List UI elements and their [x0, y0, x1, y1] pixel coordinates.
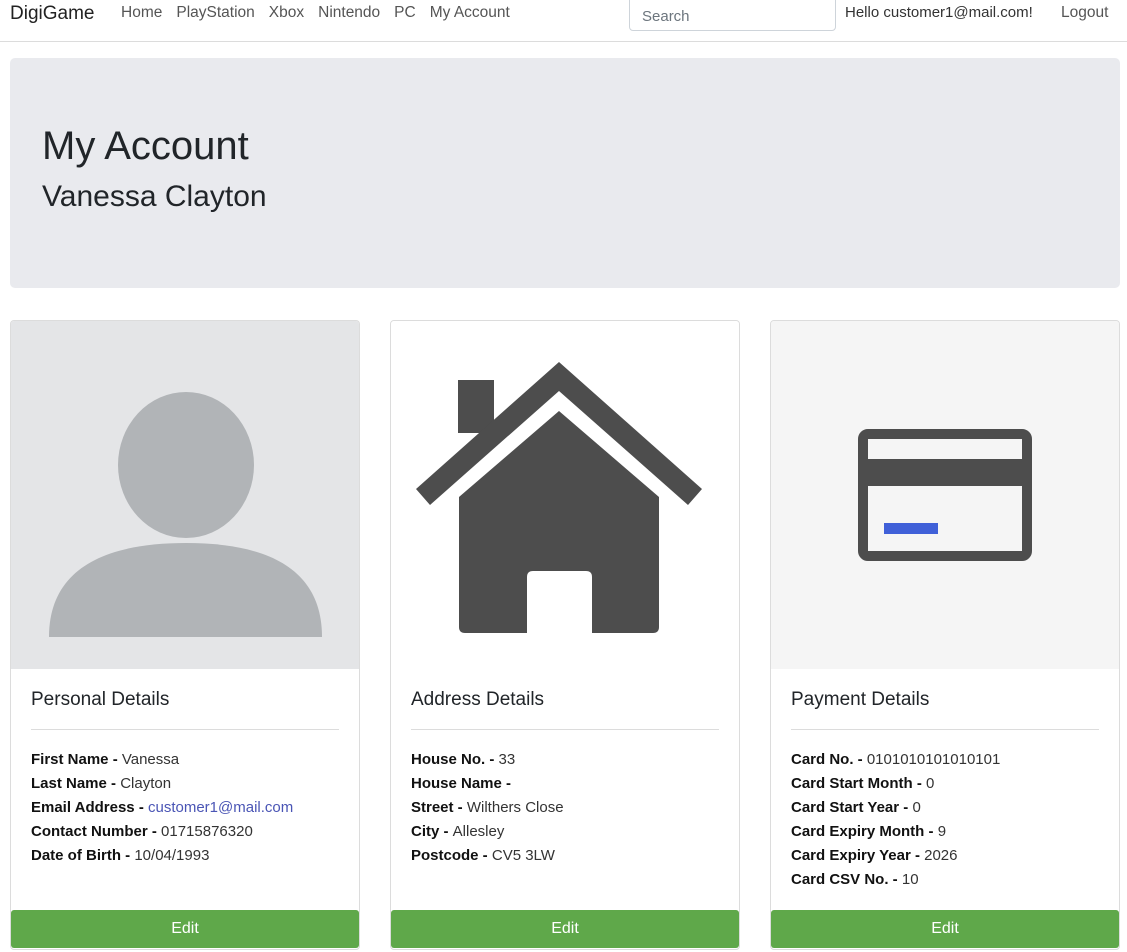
first-name-field: First Name - Vanessa	[31, 748, 339, 772]
card-expiry-month-field: Card Expiry Month - 9	[791, 820, 1099, 844]
field-label: Last Name -	[31, 775, 121, 792]
edit-address-button[interactable]: Edit	[391, 910, 739, 948]
nav-link-home[interactable]: Home	[121, 4, 162, 22]
field-label: City -	[411, 823, 453, 840]
contact-number-field: Contact Number - 01715876320	[31, 820, 339, 844]
field-value: Clayton	[120, 775, 172, 792]
field-value: 2026	[924, 847, 958, 864]
house-icon	[391, 321, 739, 669]
field-value: Vanessa	[121, 751, 180, 768]
navbar: DigiGame Home PlayStation Xbox Nintendo …	[0, 0, 1127, 42]
card-start-year-field: Card Start Year - 0	[791, 796, 1099, 820]
field-label: House Name -	[411, 775, 512, 792]
account-header: My Account Vanessa Clayton	[10, 58, 1120, 288]
date-of-birth-field: Date of Birth - 10/04/1993	[31, 844, 339, 868]
email-field: Email Address - customer1@mail.com	[31, 796, 339, 820]
street-field: Street - Wilthers Close	[411, 796, 719, 820]
field-label: First Name -	[31, 751, 122, 768]
edit-personal-button[interactable]: Edit	[11, 910, 359, 948]
field-value: 33	[498, 751, 516, 768]
payment-details-card: Payment Details Card No. - 0101010101010…	[770, 320, 1120, 950]
card-title: Personal Details	[31, 689, 170, 710]
divider	[791, 729, 1099, 730]
field-label: House No. -	[411, 751, 499, 768]
nav-links: Home PlayStation Xbox Nintendo PC My Acc…	[114, 4, 517, 22]
field-label: Card Start Year -	[791, 799, 913, 816]
brand-logo[interactable]: DigiGame	[10, 3, 94, 25]
card-number-field: Card No. - 0101010101010101	[791, 748, 1099, 772]
field-value: Allesley	[452, 823, 505, 840]
address-details-card: Address Details House No. - 33 House Nam…	[390, 320, 740, 950]
field-label: Card Expiry Year -	[791, 847, 925, 864]
nav-link-my-account[interactable]: My Account	[430, 4, 510, 22]
field-label: Contact Number -	[31, 823, 162, 840]
nav-link-playstation[interactable]: PlayStation	[176, 4, 254, 22]
user-avatar-icon	[11, 321, 359, 669]
nav-link-xbox[interactable]: Xbox	[269, 4, 304, 22]
logout-link[interactable]: Logout	[1061, 4, 1108, 22]
field-value: 0	[926, 775, 935, 792]
postcode-field: Postcode - CV5 3LW	[411, 844, 719, 868]
field-value: 0	[912, 799, 921, 816]
field-value: 9	[937, 823, 947, 840]
last-name-field: Last Name - Clayton	[31, 772, 339, 796]
field-label: Postcode -	[411, 847, 492, 864]
nav-link-nintendo[interactable]: Nintendo	[318, 4, 380, 22]
card-csv-field: Card CSV No. - 10	[791, 868, 1099, 892]
personal-details-card: Personal Details First Name - Vanessa La…	[10, 320, 360, 950]
field-value: 0101010101010101	[866, 751, 1001, 768]
house-name-field: House Name -	[411, 772, 719, 796]
customer-name: Vanessa Clayton	[42, 180, 267, 213]
divider	[411, 729, 719, 730]
address-details-body: Address Details House No. - 33 House Nam…	[411, 669, 719, 868]
field-label: Date of Birth -	[31, 847, 135, 864]
field-label: Street -	[411, 799, 467, 816]
field-value: 01715876320	[161, 823, 253, 840]
card-expiry-year-field: Card Expiry Year - 2026	[791, 844, 1099, 868]
card-title: Address Details	[411, 689, 545, 710]
field-label: Card CSV No. -	[791, 871, 902, 888]
payment-details-body: Payment Details Card No. - 0101010101010…	[791, 669, 1099, 892]
email-link[interactable]: customer1@mail.com	[148, 799, 293, 816]
field-label: Card Start Month -	[791, 775, 926, 792]
field-label: Card No. -	[791, 751, 867, 768]
edit-payment-button[interactable]: Edit	[771, 910, 1119, 948]
field-value: Wilthers Close	[466, 799, 564, 816]
personal-details-body: Personal Details First Name - Vanessa La…	[31, 669, 339, 868]
house-number-field: House No. - 33	[411, 748, 719, 772]
field-value: CV5 3LW	[491, 847, 555, 864]
card-start-month-field: Card Start Month - 0	[791, 772, 1099, 796]
field-label: Email Address -	[31, 799, 148, 816]
nav-link-pc[interactable]: PC	[394, 4, 416, 22]
page-title: My Account	[42, 124, 249, 168]
credit-card-icon	[771, 321, 1119, 669]
city-field: City - Allesley	[411, 820, 719, 844]
field-value: 10	[901, 871, 919, 888]
divider	[31, 729, 339, 730]
field-value: 10/04/1993	[134, 847, 210, 864]
card-title: Payment Details	[791, 689, 930, 710]
search-input[interactable]	[629, 0, 836, 31]
user-greeting: Hello customer1@mail.com!	[845, 4, 1033, 21]
field-label: Card Expiry Month -	[791, 823, 938, 840]
